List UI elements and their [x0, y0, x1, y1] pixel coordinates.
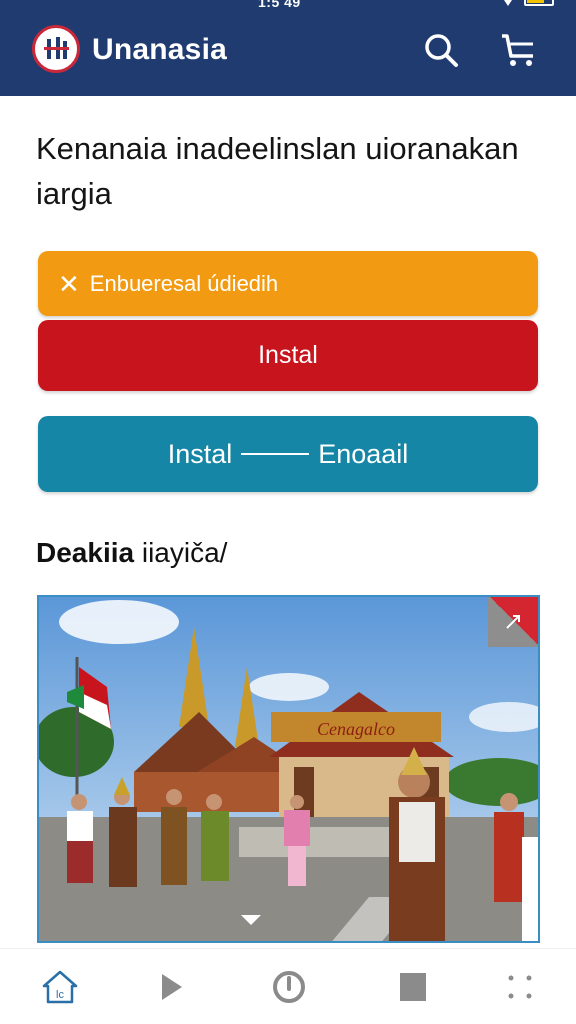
status-time: 1:5 49: [258, 0, 301, 10]
section-title-rest: iiayiča/: [141, 537, 228, 568]
orange-button-label: Enbueresal údiedih: [89, 270, 279, 296]
cart-icon[interactable]: [499, 30, 539, 70]
play-icon[interactable]: [147, 963, 195, 1011]
install-download-button[interactable]: Instal Enoaail: [38, 416, 538, 492]
app-header: 1:5 49 Unanasia: [0, 0, 576, 96]
close-x-icon: ✕: [58, 268, 80, 299]
featured-photo[interactable]: Cenagalco: [37, 595, 540, 943]
power-circle-icon[interactable]: [265, 963, 313, 1011]
orange-action-button[interactable]: ✕ Enbueresal údiedih: [38, 251, 538, 316]
svg-text:lc: lc: [56, 989, 64, 1001]
bottom-navigation: lc: [0, 948, 576, 1024]
photo-illustration: Cenagalco: [39, 597, 538, 941]
brand-name: Unanasia: [92, 33, 227, 66]
teal-button-label-left: Instal: [167, 438, 233, 469]
expand-icon[interactable]: [488, 597, 538, 647]
app-screen: 1:5 49 Unanasia Kenanaia inadeelinslan u…: [0, 0, 576, 1024]
brand-logo-icon[interactable]: [32, 25, 80, 73]
search-icon[interactable]: [421, 30, 461, 70]
status-icons: [502, 0, 554, 6]
scroll-indicator-icon: [241, 915, 261, 925]
teal-button-label-right: Enoaail: [318, 438, 409, 469]
stop-square-icon[interactable]: [389, 963, 437, 1011]
section-title: Deakiia iiayiča/: [36, 537, 227, 569]
signal-icon: [502, 0, 514, 6]
page-headline: Kenanaia inadeelinslan uioranakan iargia: [36, 131, 519, 211]
install-button-label: Instal: [258, 341, 318, 369]
more-grid-icon[interactable]: [496, 963, 544, 1011]
install-button[interactable]: Instal: [38, 320, 538, 391]
gate-sign: Cenagalco: [317, 719, 395, 739]
section-title-bold: Deakiia: [36, 537, 135, 568]
battery-icon: [524, 0, 554, 6]
home-icon[interactable]: lc: [36, 963, 84, 1011]
divider-line: [241, 453, 310, 455]
